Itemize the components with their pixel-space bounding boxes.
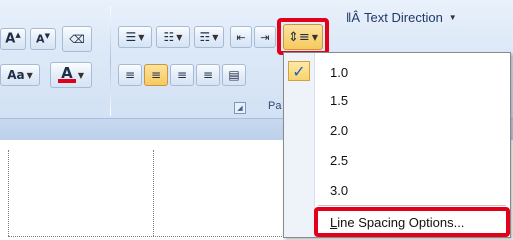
increase-indent-icon: ⇥ <box>260 30 270 44</box>
line-spacing-highlight <box>277 18 329 55</box>
text-direction-button[interactable]: ‖Â Text Direction ▼ <box>346 10 457 25</box>
line-spacing-menu: ✓ 1.0 1.5 2.0 2.5 3.0 Line Spacing Optio… <box>283 52 511 238</box>
justify-button[interactable]: ≡ <box>196 64 220 86</box>
checkmark-icon: ✓ <box>288 61 310 81</box>
increase-indent-button[interactable]: ⇥ <box>254 26 276 48</box>
chevron-down-icon: ▼ <box>26 70 33 80</box>
bullets-icon: ☰ <box>125 30 137 44</box>
options-highlight <box>314 207 510 237</box>
bullets-button[interactable]: ☰ ▼ <box>118 26 152 48</box>
align-right-icon: ≡ <box>176 68 188 82</box>
line-spacing-option-2-5[interactable]: 2.5 <box>330 153 348 168</box>
shrink-font-icon: A▼ <box>36 32 50 46</box>
line-spacing-option-1-5[interactable]: 1.5 <box>330 93 348 108</box>
text-direction-icon: ‖Â <box>346 10 361 25</box>
chevron-down-icon: ▼ <box>138 32 145 42</box>
menu-divider <box>318 205 506 206</box>
change-case-label: Aa <box>7 68 25 82</box>
decrease-indent-icon: ⇤ <box>236 30 246 44</box>
line-spacing-option-2-0[interactable]: 2.0 <box>330 123 348 138</box>
chevron-down-icon: ▼ <box>77 70 85 80</box>
paragraph-group-label: Pa <box>268 100 282 112</box>
align-right-button[interactable]: ≡ <box>170 64 194 86</box>
numbering-icon: ☷ <box>163 30 175 44</box>
line-spacing-option-1-0[interactable]: 1.0 <box>330 65 348 80</box>
multilevel-list-icon: ☶ <box>199 30 211 44</box>
font-dialog-launcher[interactable]: ◢ <box>234 102 246 114</box>
chevron-down-icon: ▼ <box>212 32 219 42</box>
align-left-button[interactable]: ≡ <box>118 64 142 86</box>
distributed-icon: ▤ <box>228 68 240 82</box>
numbering-button[interactable]: ☷ ▼ <box>156 26 190 48</box>
text-boundary-column <box>153 150 154 236</box>
distributed-button[interactable]: ▤ <box>222 64 246 86</box>
change-case-button[interactable]: Aa ▼ <box>0 64 40 86</box>
align-center-button[interactable]: ≡ <box>144 64 168 86</box>
grow-font-icon: A▲ <box>5 31 21 47</box>
text-boundary-left <box>8 150 9 236</box>
align-center-icon: ≡ <box>150 68 162 82</box>
decrease-indent-button[interactable]: ⇤ <box>230 26 252 48</box>
font-color-button[interactable]: A ▼ <box>50 62 92 88</box>
shrink-font-button[interactable]: A▼ <box>30 28 56 50</box>
font-color-icon: A <box>57 66 76 83</box>
text-direction-label: Text Direction <box>364 10 443 25</box>
group-separator <box>110 6 111 116</box>
clear-formatting-icon: ⌫ <box>69 32 85 46</box>
justify-icon: ≡ <box>202 68 214 82</box>
chevron-down-icon: ▼ <box>448 13 457 22</box>
multilevel-list-button[interactable]: ☶ ▼ <box>194 26 224 48</box>
grow-font-button[interactable]: A▲ <box>0 28 26 50</box>
line-spacing-option-3-0[interactable]: 3.0 <box>330 183 348 198</box>
chevron-down-icon: ▼ <box>176 32 183 42</box>
clear-formatting-button[interactable]: ⌫ <box>62 26 92 52</box>
align-left-icon: ≡ <box>124 68 136 82</box>
